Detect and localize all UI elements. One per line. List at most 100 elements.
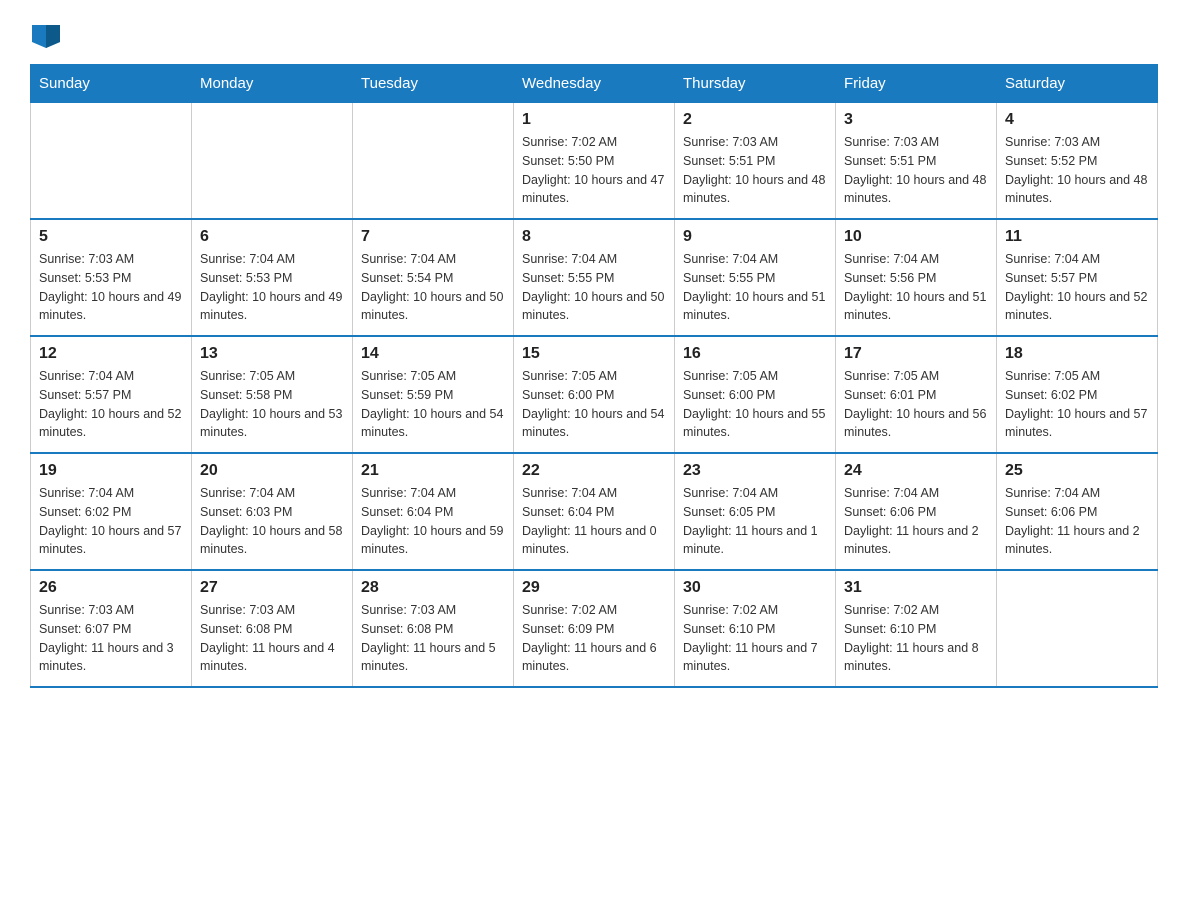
- logo-icon: [32, 20, 60, 48]
- weekday-header-thursday: Thursday: [675, 65, 836, 103]
- day-info: Sunrise: 7:03 AM Sunset: 5:53 PM Dayligh…: [39, 250, 183, 325]
- day-info: Sunrise: 7:03 AM Sunset: 6:08 PM Dayligh…: [361, 601, 505, 676]
- day-info: Sunrise: 7:05 AM Sunset: 5:58 PM Dayligh…: [200, 367, 344, 442]
- day-info: Sunrise: 7:04 AM Sunset: 5:55 PM Dayligh…: [522, 250, 666, 325]
- day-number: 14: [361, 345, 505, 363]
- day-info: Sunrise: 7:04 AM Sunset: 6:04 PM Dayligh…: [361, 484, 505, 559]
- day-cell: 30 Sunrise: 7:02 AM Sunset: 6:10 PM Dayli…: [675, 570, 836, 687]
- week-row-4: 19 Sunrise: 7:04 AM Sunset: 6:02 PM Dayli…: [31, 453, 1158, 570]
- day-info: Sunrise: 7:04 AM Sunset: 5:56 PM Dayligh…: [844, 250, 988, 325]
- day-number: 26: [39, 579, 183, 597]
- day-cell: 24 Sunrise: 7:04 AM Sunset: 6:06 PM Dayli…: [836, 453, 997, 570]
- day-info: Sunrise: 7:05 AM Sunset: 6:00 PM Dayligh…: [683, 367, 827, 442]
- day-cell: [192, 103, 353, 220]
- day-number: 31: [844, 579, 988, 597]
- day-cell: 20 Sunrise: 7:04 AM Sunset: 6:03 PM Dayli…: [192, 453, 353, 570]
- day-cell: 10Sunrise: 7:04 AM Sunset: 5:56 PM Dayli…: [836, 219, 997, 336]
- day-number: 19: [39, 462, 183, 480]
- weekday-header-friday: Friday: [836, 65, 997, 103]
- day-info: Sunrise: 7:05 AM Sunset: 6:00 PM Dayligh…: [522, 367, 666, 442]
- day-number: 28: [361, 579, 505, 597]
- day-number: 4: [1005, 111, 1149, 129]
- day-number: 18: [1005, 345, 1149, 363]
- day-number: 20: [200, 462, 344, 480]
- day-cell: 23 Sunrise: 7:04 AM Sunset: 6:05 PM Dayli…: [675, 453, 836, 570]
- day-cell: 27 Sunrise: 7:03 AM Sunset: 6:08 PM Dayli…: [192, 570, 353, 687]
- day-info: Sunrise: 7:04 AM Sunset: 5:57 PM Dayligh…: [1005, 250, 1149, 325]
- day-number: 27: [200, 579, 344, 597]
- day-cell: 29 Sunrise: 7:02 AM Sunset: 6:09 PM Dayli…: [514, 570, 675, 687]
- weekday-header-row: SundayMondayTuesdayWednesdayThursdayFrid…: [31, 65, 1158, 103]
- day-number: 1: [522, 111, 666, 129]
- day-cell: 15 Sunrise: 7:05 AM Sunset: 6:00 PM Dayli…: [514, 336, 675, 453]
- day-number: 29: [522, 579, 666, 597]
- day-cell: 31 Sunrise: 7:02 AM Sunset: 6:10 PM Dayli…: [836, 570, 997, 687]
- day-info: Sunrise: 7:04 AM Sunset: 6:04 PM Dayligh…: [522, 484, 666, 559]
- day-info: Sunrise: 7:04 AM Sunset: 5:53 PM Dayligh…: [200, 250, 344, 325]
- day-info: Sunrise: 7:03 AM Sunset: 6:07 PM Dayligh…: [39, 601, 183, 676]
- day-cell: 16 Sunrise: 7:05 AM Sunset: 6:00 PM Dayli…: [675, 336, 836, 453]
- day-number: 13: [200, 345, 344, 363]
- day-info: Sunrise: 7:03 AM Sunset: 5:51 PM Dayligh…: [683, 133, 827, 208]
- day-number: 12: [39, 345, 183, 363]
- day-number: 23: [683, 462, 827, 480]
- week-row-5: 26 Sunrise: 7:03 AM Sunset: 6:07 PM Dayli…: [31, 570, 1158, 687]
- day-cell: 3Sunrise: 7:03 AM Sunset: 5:51 PM Daylig…: [836, 103, 997, 220]
- day-info: Sunrise: 7:04 AM Sunset: 5:55 PM Dayligh…: [683, 250, 827, 325]
- day-cell: 22 Sunrise: 7:04 AM Sunset: 6:04 PM Dayli…: [514, 453, 675, 570]
- day-number: 6: [200, 228, 344, 246]
- day-number: 7: [361, 228, 505, 246]
- day-number: 22: [522, 462, 666, 480]
- day-cell: 25 Sunrise: 7:04 AM Sunset: 6:06 PM Dayli…: [997, 453, 1158, 570]
- day-cell: 28 Sunrise: 7:03 AM Sunset: 6:08 PM Dayli…: [353, 570, 514, 687]
- week-row-2: 5 Sunrise: 7:03 AM Sunset: 5:53 PM Daylig…: [31, 219, 1158, 336]
- day-number: 15: [522, 345, 666, 363]
- day-cell: 19 Sunrise: 7:04 AM Sunset: 6:02 PM Dayli…: [31, 453, 192, 570]
- day-info: Sunrise: 7:04 AM Sunset: 6:02 PM Dayligh…: [39, 484, 183, 559]
- day-info: Sunrise: 7:05 AM Sunset: 6:02 PM Dayligh…: [1005, 367, 1149, 442]
- day-info: Sunrise: 7:03 AM Sunset: 6:08 PM Dayligh…: [200, 601, 344, 676]
- day-cell: [31, 103, 192, 220]
- day-number: 11: [1005, 228, 1149, 246]
- day-info: Sunrise: 7:02 AM Sunset: 6:10 PM Dayligh…: [683, 601, 827, 676]
- day-number: 16: [683, 345, 827, 363]
- day-number: 5: [39, 228, 183, 246]
- day-info: Sunrise: 7:04 AM Sunset: 6:06 PM Dayligh…: [844, 484, 988, 559]
- day-info: Sunrise: 7:04 AM Sunset: 6:06 PM Dayligh…: [1005, 484, 1149, 559]
- day-number: 3: [844, 111, 988, 129]
- day-cell: 7 Sunrise: 7:04 AM Sunset: 5:54 PM Daylig…: [353, 219, 514, 336]
- day-cell: 1Sunrise: 7:02 AM Sunset: 5:50 PM Daylig…: [514, 103, 675, 220]
- day-number: 24: [844, 462, 988, 480]
- day-info: Sunrise: 7:03 AM Sunset: 5:52 PM Dayligh…: [1005, 133, 1149, 208]
- day-cell: [997, 570, 1158, 687]
- day-info: Sunrise: 7:04 AM Sunset: 6:03 PM Dayligh…: [200, 484, 344, 559]
- day-number: 25: [1005, 462, 1149, 480]
- day-cell: 26 Sunrise: 7:03 AM Sunset: 6:07 PM Dayli…: [31, 570, 192, 687]
- page-header: [30, 20, 1158, 48]
- day-cell: 11 Sunrise: 7:04 AM Sunset: 5:57 PM Dayli…: [997, 219, 1158, 336]
- week-row-3: 12 Sunrise: 7:04 AM Sunset: 5:57 PM Dayli…: [31, 336, 1158, 453]
- day-number: 17: [844, 345, 988, 363]
- day-cell: 5 Sunrise: 7:03 AM Sunset: 5:53 PM Daylig…: [31, 219, 192, 336]
- day-info: Sunrise: 7:02 AM Sunset: 6:10 PM Dayligh…: [844, 601, 988, 676]
- day-cell: 6 Sunrise: 7:04 AM Sunset: 5:53 PM Daylig…: [192, 219, 353, 336]
- day-cell: 9Sunrise: 7:04 AM Sunset: 5:55 PM Daylig…: [675, 219, 836, 336]
- day-info: Sunrise: 7:04 AM Sunset: 5:57 PM Dayligh…: [39, 367, 183, 442]
- weekday-header-sunday: Sunday: [31, 65, 192, 103]
- day-number: 30: [683, 579, 827, 597]
- day-cell: 17 Sunrise: 7:05 AM Sunset: 6:01 PM Dayli…: [836, 336, 997, 453]
- day-info: Sunrise: 7:04 AM Sunset: 5:54 PM Dayligh…: [361, 250, 505, 325]
- day-info: Sunrise: 7:02 AM Sunset: 6:09 PM Dayligh…: [522, 601, 666, 676]
- day-cell: [353, 103, 514, 220]
- day-info: Sunrise: 7:05 AM Sunset: 5:59 PM Dayligh…: [361, 367, 505, 442]
- weekday-header-wednesday: Wednesday: [514, 65, 675, 103]
- day-cell: 2Sunrise: 7:03 AM Sunset: 5:51 PM Daylig…: [675, 103, 836, 220]
- day-cell: 14 Sunrise: 7:05 AM Sunset: 5:59 PM Dayli…: [353, 336, 514, 453]
- day-number: 21: [361, 462, 505, 480]
- day-cell: 21 Sunrise: 7:04 AM Sunset: 6:04 PM Dayli…: [353, 453, 514, 570]
- day-cell: 8Sunrise: 7:04 AM Sunset: 5:55 PM Daylig…: [514, 219, 675, 336]
- day-info: Sunrise: 7:04 AM Sunset: 6:05 PM Dayligh…: [683, 484, 827, 559]
- weekday-header-monday: Monday: [192, 65, 353, 103]
- weekday-header-tuesday: Tuesday: [353, 65, 514, 103]
- day-info: Sunrise: 7:05 AM Sunset: 6:01 PM Dayligh…: [844, 367, 988, 442]
